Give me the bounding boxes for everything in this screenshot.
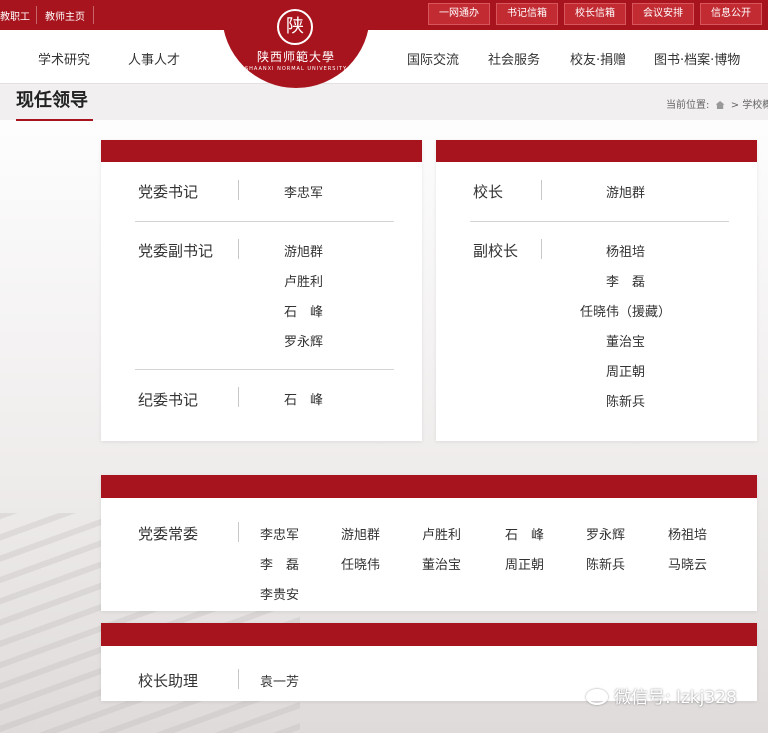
name-vice-3: 任晓伟（援藏） [580,305,672,320]
name-deputy-4: 罗永辉 [284,335,324,350]
label-party-secretary: 党委书记 [138,183,199,201]
title-underline [16,119,93,121]
member-4: 石 峰 [505,528,545,543]
label-president-assistant: 校长助理 [138,672,199,690]
button-meeting-schedule[interactable]: 会议安排 [632,3,694,25]
wechat-icon [586,689,608,705]
button-info-public[interactable]: 信息公开 [700,3,762,25]
nav-item-research[interactable]: 学术研究 [38,49,90,68]
divider [93,6,94,24]
divider [238,669,239,689]
name-deputy-3: 石 峰 [284,305,324,320]
party-leadership-card: 党委书记 李忠军 党委副书记 游旭群 卢胜利 石 峰 罗永辉 纪委书记 石 峰 [101,140,422,441]
name-vice-2: 李 磊 [606,275,646,290]
name-vice-5: 周正朝 [606,365,646,380]
label-president: 校长 [473,183,504,201]
main-nav: 手 学术研究 人事人才 国际交流 社会服务 校友·捐赠 图书·档案·博物 [0,30,768,84]
divider [470,221,729,222]
name-vice-1: 杨祖培 [606,245,646,260]
divider [135,369,394,370]
nav-item-hr[interactable]: 人事人才 [128,49,180,68]
breadcrumb-tail[interactable]: > 学校概 [731,100,768,111]
member-11: 陈新兵 [586,558,626,573]
name-deputy-1: 游旭群 [284,245,324,260]
card-header-band [101,623,757,646]
name-deputy-2: 卢胜利 [284,275,324,290]
member-6: 杨祖培 [668,528,708,543]
divider [238,239,239,259]
name-discipline-secretary: 石 峰 [284,393,324,408]
label-vice-president: 副校长 [473,242,519,260]
member-7: 李 磊 [260,558,300,573]
label-standing-committee: 党委常委 [138,525,199,543]
divider [135,221,394,222]
button-secretary-mailbox[interactable]: 书记信箱 [496,3,558,25]
divider [541,180,542,200]
member-5: 罗永辉 [586,528,626,543]
logo-chinese-name: 陕西师範大學 [256,50,335,64]
divider [238,180,239,200]
nav-item-library[interactable]: 图书·档案·博物 [654,49,740,68]
card-header-band [101,475,757,498]
divider [238,522,239,542]
member-12: 马晓云 [668,558,708,573]
card-header-band [436,140,757,162]
name-president-assistant: 袁一芳 [260,675,300,690]
name-party-secretary: 李忠军 [284,186,324,201]
name-vice-4: 董治宝 [606,335,646,350]
page-title: 现任领导 [16,90,88,111]
divider [36,6,37,24]
label-deputy-secretary: 党委副书记 [138,242,214,260]
wechat-watermark: 微信号: lzkj328 [586,683,737,708]
card-header-band [101,140,422,162]
button-president-mailbox[interactable]: 校长信箱 [564,3,626,25]
divider [238,387,239,407]
breadcrumb: 当前位置: > 学校概 [666,96,768,111]
top-bar: 教职工 教师主页 一网通办 书记信箱 校长信箱 会议安排 信息公开 [0,0,768,30]
button-one-stop[interactable]: 一网通办 [428,3,490,25]
home-icon[interactable] [715,101,725,109]
member-10: 周正朝 [505,558,545,573]
member-8: 任晓伟 [341,558,381,573]
watermark-text: 微信号: lzkj328 [614,688,737,708]
member-3: 卢胜利 [422,528,462,543]
standing-committee-card: 党委常委 李忠军 游旭群 卢胜利 石 峰 罗永辉 杨祖培 李 磊 任晓伟 董治宝… [101,475,757,611]
link-staff[interactable]: 教职工 [0,8,30,23]
divider [541,239,542,259]
nav-item-social-service[interactable]: 社会服务 [488,49,540,68]
member-2: 游旭群 [341,528,381,543]
member-13: 李贵安 [260,588,300,603]
name-president: 游旭群 [606,186,646,201]
nav-item-alumni[interactable]: 校友·捐赠 [570,49,626,68]
member-1: 李忠军 [260,528,300,543]
name-vice-6: 陈新兵 [606,395,646,410]
seal-icon: 陕 [277,9,313,45]
president-card: 校长 游旭群 副校长 杨祖培 李 磊 任晓伟（援藏） 董治宝 周正朝 陈新兵 [436,140,757,441]
member-9: 董治宝 [422,558,462,573]
breadcrumb-prefix: 当前位置: [666,100,710,111]
logo-english-name: SHAANXI NORMAL UNIVERSITY [244,66,348,72]
label-discipline-secretary: 纪委书记 [138,391,199,409]
link-teacher-home[interactable]: 教师主页 [45,8,85,23]
nav-item-international[interactable]: 国际交流 [407,49,459,68]
